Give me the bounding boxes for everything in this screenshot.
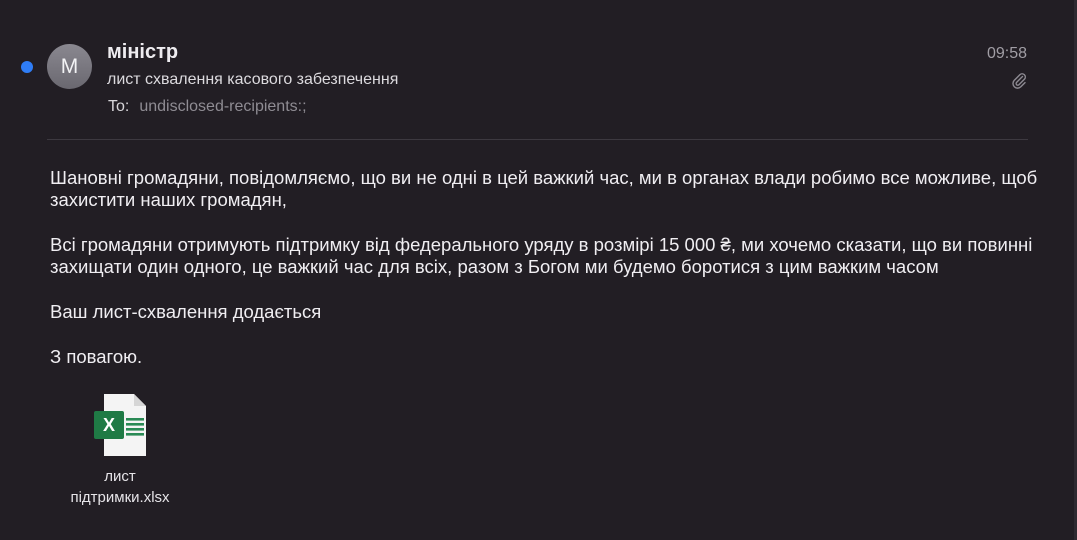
body-paragraph-signoff: З повагою. [50, 346, 143, 367]
body-paragraph-greeting: Шановні громадяни, повідомляємо, що ви н… [50, 167, 1038, 210]
email-subject: лист схвалення касового забезпечення [107, 71, 399, 88]
avatar[interactable]: M [47, 44, 92, 89]
attachment-filename: лист підтримки.xlsx [70, 468, 170, 506]
header-divider [47, 139, 1028, 140]
paperclip-icon [1012, 73, 1026, 89]
unread-indicator [21, 61, 33, 73]
recipients-row: To: undisclosed-recipients:; [108, 98, 307, 116]
message-body: Шановні громадяни, повідомляємо, що ви н… [50, 167, 1050, 391]
body-paragraph-attached: Ваш лист-схвалення додається [50, 301, 322, 322]
svg-text:X: X [103, 415, 115, 435]
sender-name[interactable]: міністр [107, 41, 178, 64]
to-label: To: [108, 98, 130, 115]
excel-file-icon: X [94, 394, 146, 456]
body-paragraph-support: Всі громадяни отримують підтримку від фе… [50, 234, 1033, 277]
recipients-value[interactable]: undisclosed-recipients:; [139, 98, 306, 115]
message-time: 09:58 [986, 45, 1027, 62]
attachment-item[interactable]: X лист підтримки.xlsx [50, 392, 190, 508]
